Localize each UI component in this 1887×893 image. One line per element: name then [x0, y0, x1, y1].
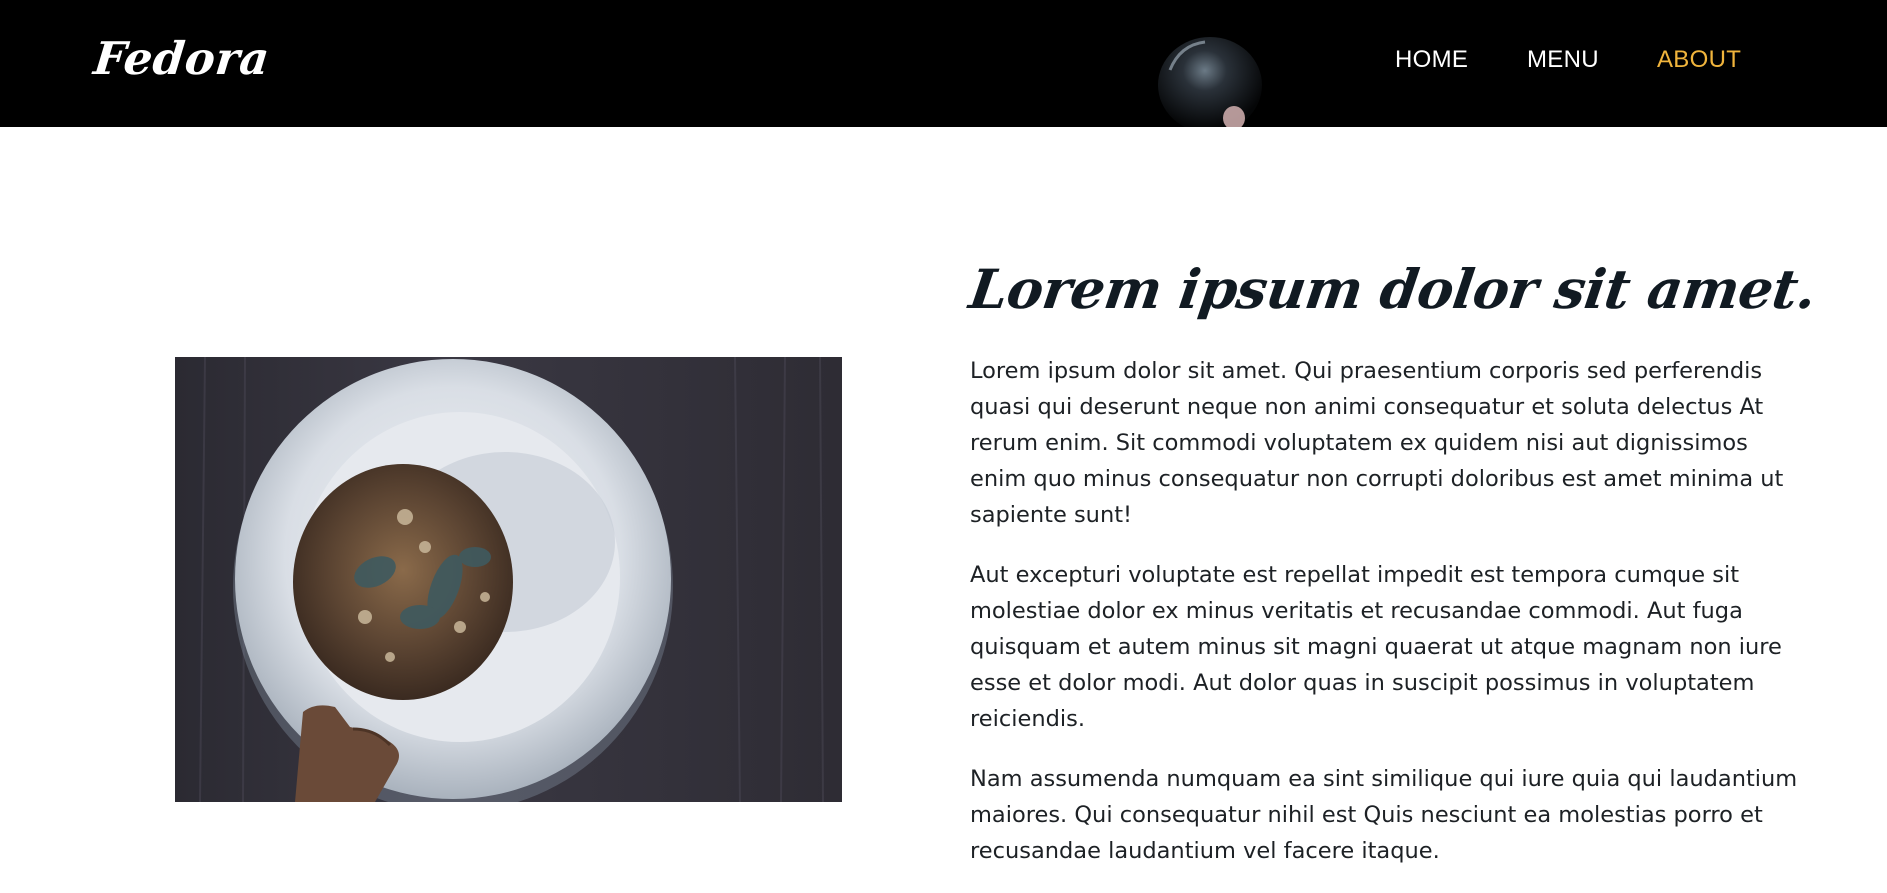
about-paragraph-3: Nam assumenda numquam ea sint similique …: [970, 766, 1798, 865]
food-bowl-photo: [175, 357, 842, 802]
about-paragraph-1: Lorem ipsum dolor sit amet. Qui praesent…: [970, 358, 1784, 529]
about-section: Lorem ipsum dolor sit amet. Lorem ipsum …: [966, 257, 1821, 893]
nav-home-link[interactable]: HOME: [1395, 46, 1468, 74]
about-headline: Lorem ipsum dolor sit amet.: [965, 257, 1821, 321]
site-header: Fedora HOME MENU ABOUT: [0, 0, 1887, 127]
about-paragraph-2: Aut excepturi voluptate est repellat imp…: [970, 562, 1782, 733]
nav-menu-link[interactable]: MENU: [1527, 46, 1599, 74]
nav-about-link[interactable]: ABOUT: [1657, 46, 1741, 74]
main-nav: HOME MENU ABOUT: [0, 46, 1887, 86]
